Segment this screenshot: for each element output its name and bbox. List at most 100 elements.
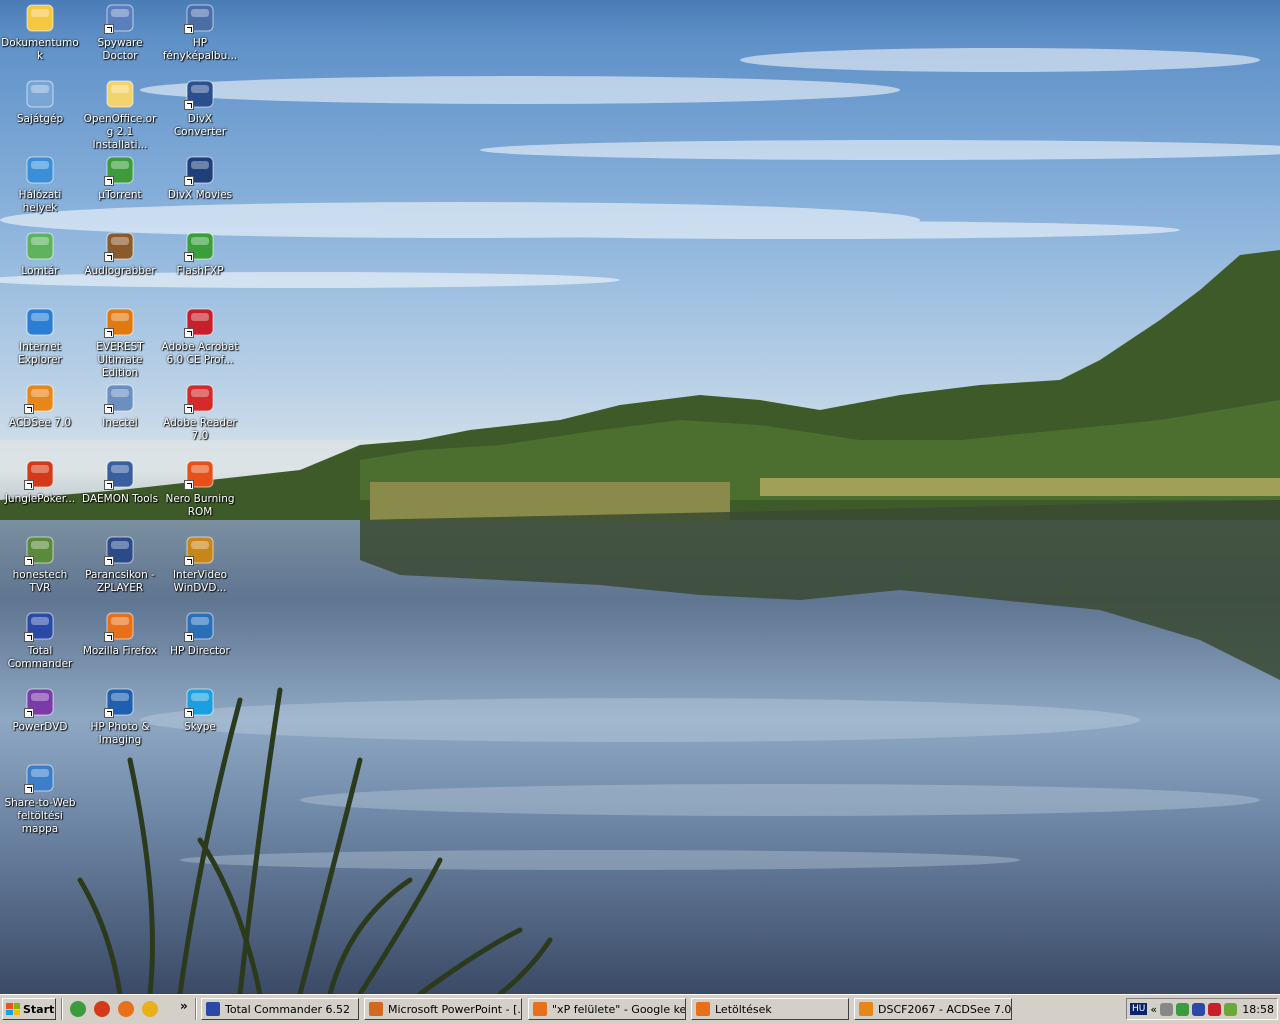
taskbar-task-button[interactable]: Letöltések <box>691 998 849 1020</box>
shortcut-arrow-icon <box>104 252 114 262</box>
shortcut-arrow-icon <box>184 24 194 34</box>
shortcut-arrow-icon <box>104 708 114 718</box>
desktop-icon[interactable]: µTorrent <box>80 154 160 202</box>
desktop-icon[interactable]: Audiograbber <box>80 230 160 278</box>
desktop-icon-label: Sajátgép <box>16 113 64 125</box>
taskbar-separator <box>195 998 197 1020</box>
desktop-icon[interactable]: InterVideo WinDVD... <box>160 534 240 595</box>
tray-clock[interactable]: 18:58 <box>1242 1003 1274 1016</box>
network-places-icon <box>24 154 56 186</box>
desktop-icon-label: OpenOffice.org 2.1 Installati... <box>83 113 157 151</box>
desktop-icon[interactable]: Sajátgép <box>0 78 80 126</box>
shortcut-arrow-icon <box>104 480 114 490</box>
desktop-icon-label: FlashFXP <box>176 265 224 277</box>
quick-launch-chevron[interactable]: » <box>180 999 188 1013</box>
desktop-icon[interactable]: DivX Movies <box>160 154 240 202</box>
shortcut-arrow-icon <box>24 404 34 414</box>
shortcut-arrow-icon <box>184 480 194 490</box>
desktop-icon[interactable]: Adobe Acrobat 6.0 CE Prof... <box>160 306 240 367</box>
shortcut-arrow-icon <box>184 328 194 338</box>
desktop-icon[interactable]: PowerDVD <box>0 686 80 734</box>
desktop-icon-label: Skype <box>184 721 216 733</box>
ql-app-icon[interactable] <box>94 1001 110 1017</box>
shortcut-arrow-icon <box>24 556 34 566</box>
shortcut-arrow-icon <box>184 708 194 718</box>
desktop-icon[interactable]: HP Photo & Imaging <box>80 686 160 747</box>
tray-utorrent-icon[interactable] <box>1176 1002 1190 1016</box>
shortcut-arrow-icon <box>184 404 194 414</box>
shortcut-arrow-icon <box>24 708 34 718</box>
taskbar-task-button[interactable]: Microsoft PowerPoint - [... <box>364 998 522 1020</box>
desktop-icon[interactable]: honestech TVR <box>0 534 80 595</box>
tray-speaker-icon[interactable] <box>1160 1002 1174 1016</box>
desktop-icon[interactable]: Lomtár <box>0 230 80 278</box>
desktop-icon[interactable]: Hálózati helyek <box>0 154 80 215</box>
desktop-icon[interactable]: Share-to-Web feltöltési mappa <box>0 762 80 836</box>
tray-network-icon[interactable] <box>1224 1002 1238 1016</box>
desktop-icon[interactable]: EVEREST Ultimate Edition <box>80 306 160 380</box>
shortcut-arrow-icon <box>184 100 194 110</box>
desktop-icon-label: JunglePoker... <box>4 493 76 505</box>
desktop-icon[interactable]: Skype <box>160 686 240 734</box>
share-to-web-icon <box>24 762 56 794</box>
desktop-icon[interactable]: HP fényképalbu... <box>160 2 240 63</box>
taskbar-task-button[interactable]: Total Commander 6.52 <box>201 998 359 1020</box>
desktop-icon[interactable]: Mozilla Firefox <box>80 610 160 658</box>
firefox-ql-icon[interactable] <box>118 1001 134 1017</box>
firefox-task-icon <box>533 1002 547 1016</box>
desktop-icon[interactable]: Nero Burning ROM <box>160 458 240 519</box>
desktop-icon[interactable]: Parancsikon - ZPLAYER <box>80 534 160 595</box>
desktop-icon-label: Internet Explorer <box>18 341 62 366</box>
desktop-icon-label: EVEREST Ultimate Edition <box>96 341 144 379</box>
hp-photo-album-icon <box>184 2 216 34</box>
desktop-icon-label: Lomtár <box>21 265 59 277</box>
tray-app-icon[interactable] <box>1208 1002 1222 1016</box>
shortcut-arrow-icon <box>104 176 114 186</box>
desktop-icon-label: HP fényképalbu... <box>162 37 238 62</box>
tray-shield-icon[interactable] <box>1192 1002 1206 1016</box>
taskbar-task-label: DSCF2067 - ACDSee 7.0 <box>878 1002 1012 1016</box>
folder-icon <box>104 78 136 110</box>
acdsee-icon <box>24 382 56 414</box>
desktop-icon[interactable]: Total Commander <box>0 610 80 671</box>
desktop-icon[interactable]: DivX Converter <box>160 78 240 139</box>
firefox-icon <box>104 610 136 642</box>
total-commander-icon <box>24 610 56 642</box>
desktop-icon-label: DivX Converter <box>173 113 227 138</box>
hp-director-icon <box>184 610 216 642</box>
desktop-icon-label: Total Commander <box>7 645 73 670</box>
powerdvd-icon <box>24 686 56 718</box>
ql-tool-icon[interactable] <box>142 1001 158 1017</box>
everest-icon <box>104 306 136 338</box>
desktop-icon[interactable]: Internet Explorer <box>0 306 80 367</box>
daemon-tools-icon <box>104 458 136 490</box>
shortcut-arrow-icon <box>104 24 114 34</box>
desktop-icon-label: Audiograbber <box>84 265 156 277</box>
desktop-icon-label: honestech TVR <box>12 569 68 594</box>
taskbar-task-label: Total Commander 6.52 <box>225 1002 351 1016</box>
desktop-icon[interactable]: OpenOffice.org 2.1 Installati... <box>80 78 160 152</box>
taskbar-task-label: Letöltések <box>715 1002 772 1016</box>
taskbar-task-label: Microsoft PowerPoint - [... <box>388 1002 522 1016</box>
shortcut-arrow-icon <box>104 328 114 338</box>
shortcut-arrow-icon <box>184 556 194 566</box>
taskbar-task-button[interactable]: "xP felülete" - Google ker... <box>528 998 686 1020</box>
desktop-icon[interactable]: Dokumentumok <box>0 2 80 63</box>
my-computer-icon <box>24 78 56 110</box>
language-indicator[interactable]: HU <box>1130 1003 1148 1015</box>
recycle-bin-icon <box>24 230 56 262</box>
desktop-icon[interactable]: Inectel <box>80 382 160 430</box>
desktop-icon[interactable]: Spyware Doctor <box>80 2 160 63</box>
taskbar-task-button[interactable]: DSCF2067 - ACDSee 7.0 <box>854 998 1012 1020</box>
desktop-icon[interactable]: HP Director <box>160 610 240 658</box>
desktop-icon[interactable]: Adobe Reader 7.0 <box>160 382 240 443</box>
start-button[interactable]: Start <box>2 998 56 1020</box>
desktop-icon[interactable]: DAEMON Tools <box>80 458 160 506</box>
total-commander-task-icon <box>206 1002 220 1016</box>
desktop-icon[interactable]: JunglePoker... <box>0 458 80 506</box>
desktop-icon[interactable]: FlashFXP <box>160 230 240 278</box>
tray-collapse-button[interactable]: « <box>1150 1003 1157 1016</box>
utorrent-ql-icon[interactable] <box>70 1001 86 1017</box>
desktop-icon[interactable]: ACDSee 7.0 <box>0 382 80 430</box>
nero-icon <box>184 458 216 490</box>
